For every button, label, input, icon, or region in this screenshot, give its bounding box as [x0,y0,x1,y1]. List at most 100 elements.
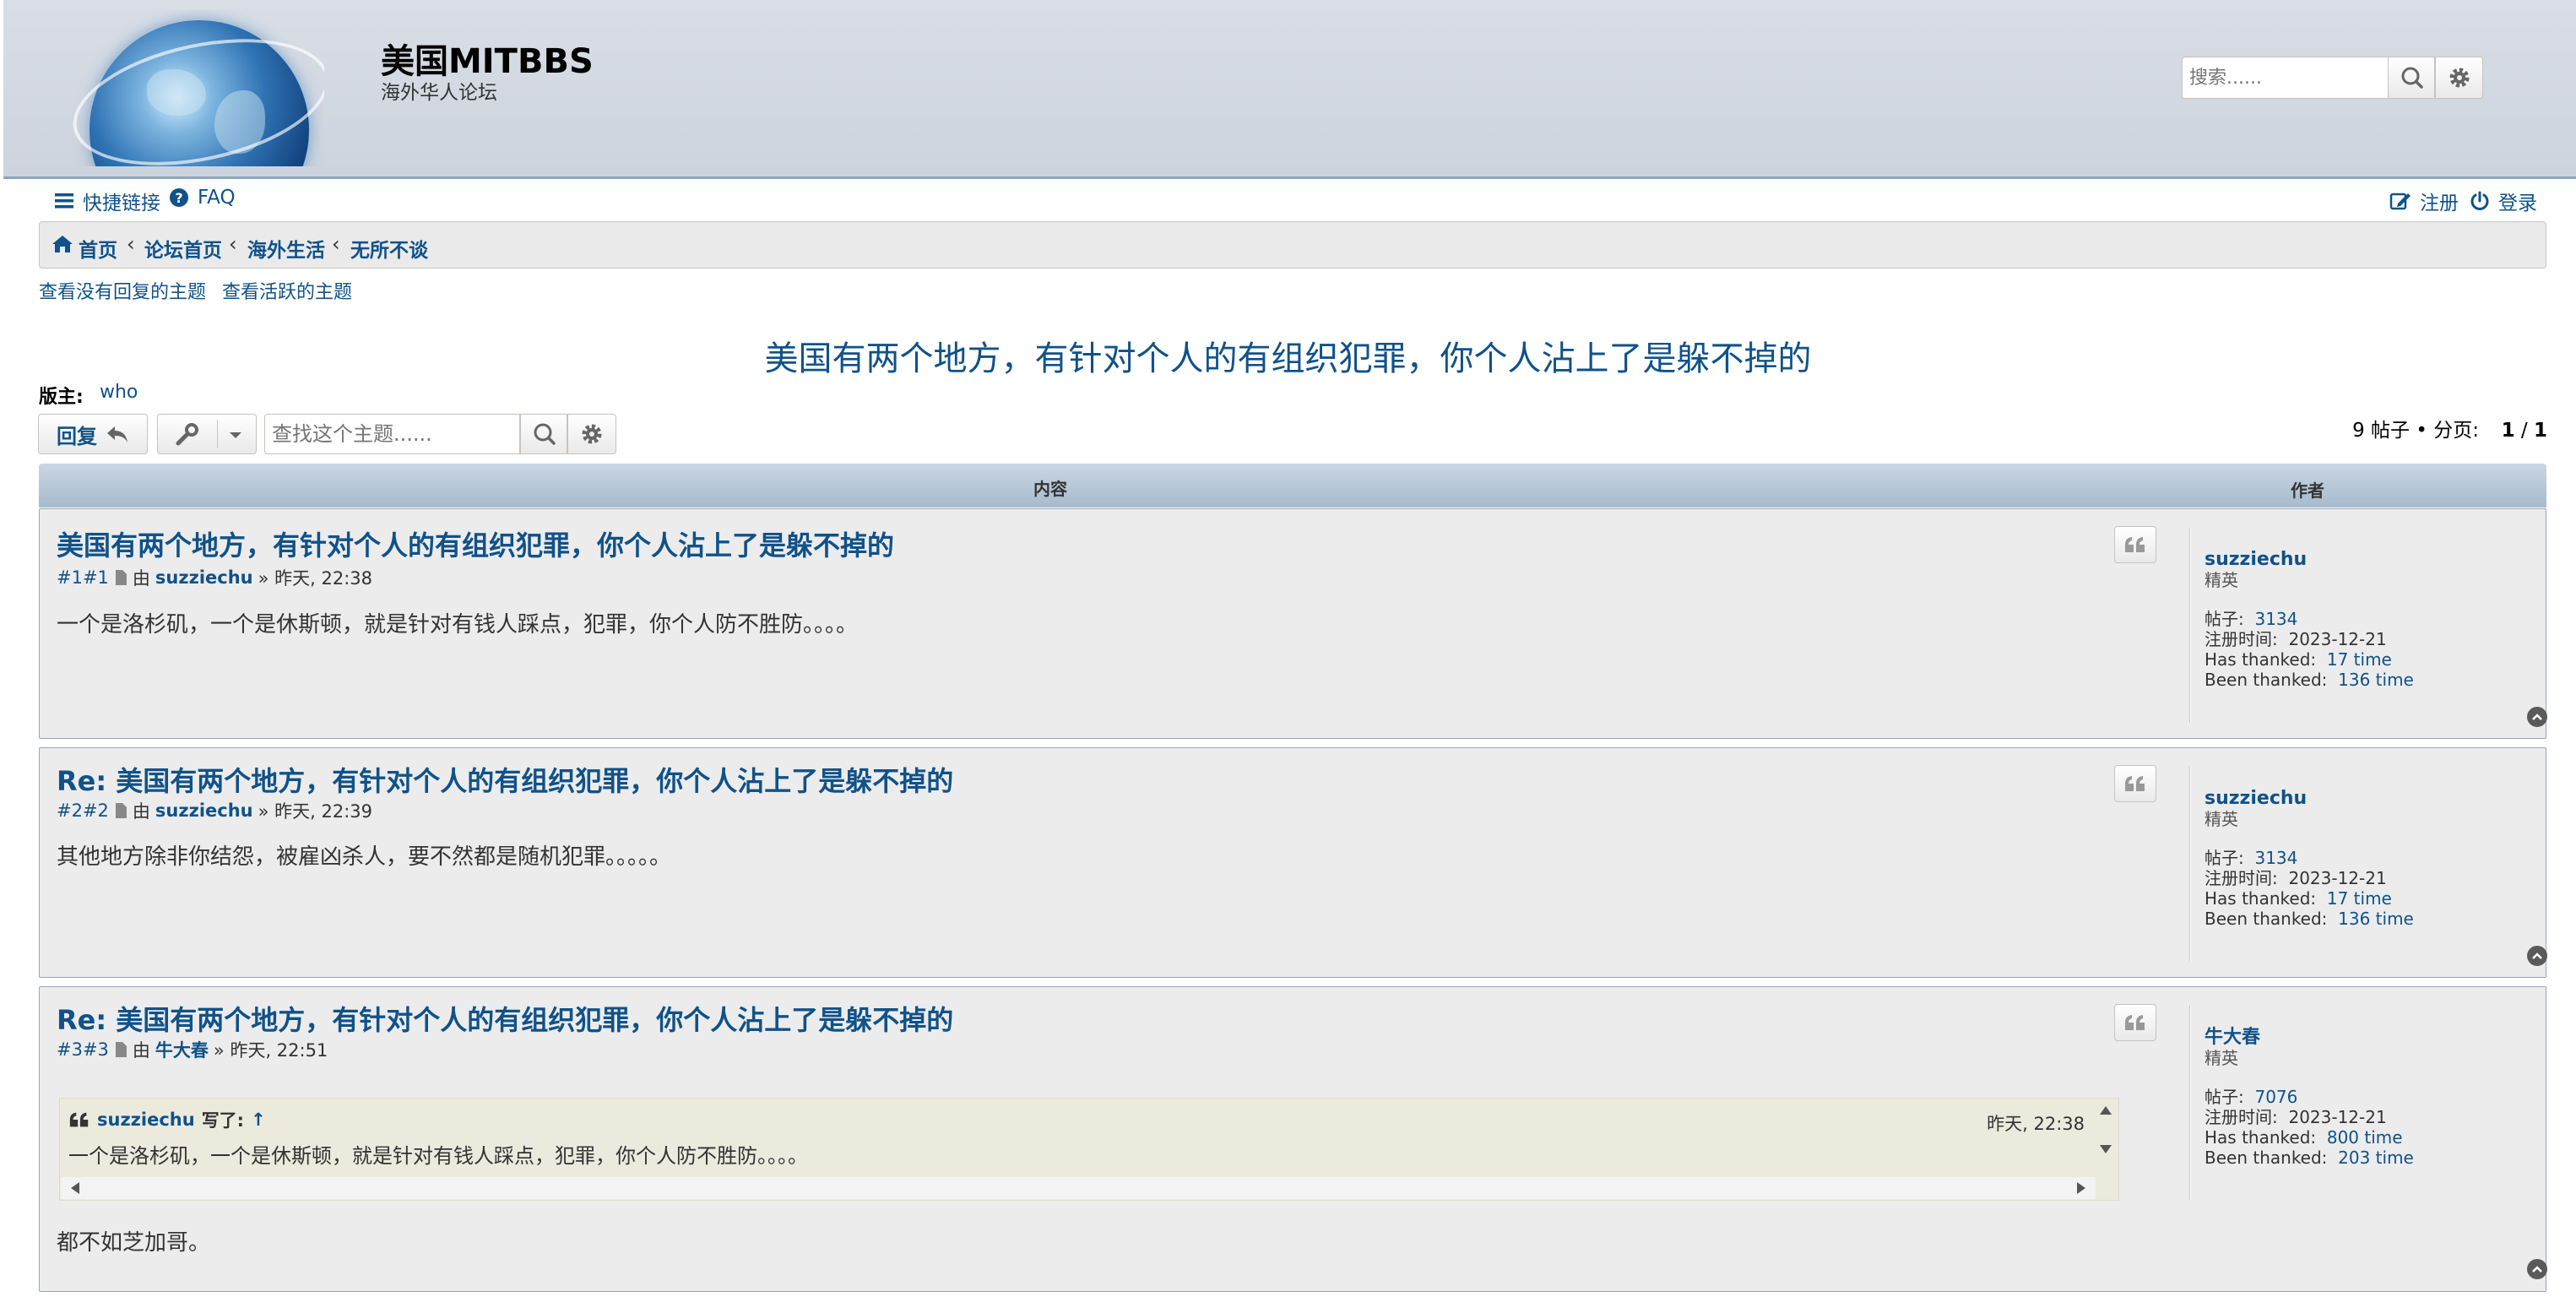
quoted-post: suzziechu 写了: ↑ 昨天, 22:38 一个是洛杉矶，一个是休斯顿，… [59,1098,2119,1201]
login-link[interactable]: 登录 [2470,187,2537,215]
quote-button[interactable] [2114,526,2156,563]
profile-username[interactable]: suzziechu [2205,789,2414,809]
by-label: 由 [132,1040,150,1061]
reply-arrow-icon [107,426,127,442]
post-content: 都不如芝加哥。 [57,1230,211,1256]
breadcrumb: 首页 ‹ 论坛首页 ‹ 海外生活 ‹ 无所不谈 [39,221,2546,269]
quote-vertical-scrollbar[interactable] [2094,1099,2118,1177]
quote-wrote-label: 写了: [201,1110,245,1131]
home-icon [52,236,73,252]
topic-tools-dropdown[interactable] [157,414,257,454]
quote-button[interactable] [2114,1004,2156,1041]
quote-horizontal-scrollbar[interactable] [61,1177,2096,1199]
page-label: 分页: [2433,420,2479,442]
scroll-right-arrow-icon[interactable] [2075,1181,2087,1195]
post-title[interactable]: Re: 美国有两个地方，有针对个人的有组织犯罪，你个人沾上了是躲不掉的 [57,999,953,1038]
moderator-label: 版主: [39,387,84,408]
profile-separator [2189,528,2191,722]
profile-has-thanked[interactable]: 17 time [2327,649,2392,670]
page-current: 1 [2501,420,2515,442]
profile-username[interactable]: suzziechu [2205,550,2414,570]
profile-been-thanked[interactable]: 136 time [2338,670,2414,690]
post-number-link[interactable]: #2#2 [57,800,109,821]
author-column-header: 作者 [2291,480,2324,501]
breadcrumb-home[interactable]: 首页 [79,234,117,263]
reply-button[interactable]: 回复 [38,414,148,454]
power-icon [2470,191,2489,210]
topic-advanced-search-button[interactable] [567,414,616,454]
quote-icon [2125,776,2145,791]
active-topics-link[interactable]: 查看活跃的主题 [222,277,352,304]
breadcrumb-separator: ‹ [229,232,237,256]
unanswered-topics-link[interactable]: 查看没有回复的主题 [39,277,206,304]
pagination-info: 9 帖子 • 分页: 1 / 1 [2352,414,2547,442]
profile-been-thanked[interactable]: 203 time [2338,1148,2414,1168]
profile-posts-count[interactable]: 3134 [2254,848,2297,868]
faq-link[interactable]: ? FAQ [169,187,236,209]
profile-been-thanked[interactable]: 136 time [2338,909,2414,929]
moderator-link[interactable]: who [100,382,138,403]
back-to-top-button[interactable] [2527,946,2547,966]
posts-table-header: 内容 作者 [39,464,2546,507]
post-number-link[interactable]: #1#1 [57,567,109,588]
scroll-left-arrow-icon[interactable] [69,1181,81,1195]
quote-header: suzziechu 写了: ↑ [68,1107,266,1132]
posts-label: 帖子: [2205,1087,2244,1107]
post-time: » 昨天, 22:39 [258,801,373,822]
post-author-link[interactable]: suzziechu [155,800,253,821]
post-2: Re: 美国有两个地方，有针对个人的有组织犯罪，你个人沾上了是躲不掉的 #2#2… [39,747,2547,978]
topic-search-button[interactable] [520,414,567,454]
been-thanked-label: Been thanked: [2205,909,2328,929]
posts-label: 帖子: [2205,848,2244,868]
topic-title[interactable]: 美国有两个地方，有针对个人的有组织犯罪，你个人沾上了是躲不掉的 [0,331,2576,380]
post-title[interactable]: 美国有两个地方，有针对个人的有组织犯罪，你个人沾上了是躲不掉的 [57,524,894,563]
back-to-top-button[interactable] [2527,1259,2547,1279]
breadcrumb-overseas-life[interactable]: 海外生活 [247,234,325,263]
topic-search-input[interactable] [264,414,520,454]
scroll-down-arrow-icon[interactable] [2099,1143,2112,1155]
post-content: 其他地方除非你结怨，被雇凶杀人，要不然都是随机犯罪。。。。。 [57,844,672,870]
profile-has-thanked[interactable]: 17 time [2327,888,2392,909]
file-icon [115,803,127,818]
profile-posts-count[interactable]: 3134 [2254,609,2297,629]
quote-content: 一个是洛杉矶，一个是休斯顿，就是针对有钱人踩点，犯罪，你个人防不胜防。。。。 [68,1144,808,1168]
quote-source-link[interactable]: ↑ [251,1110,266,1130]
faq-label: FAQ [198,187,236,209]
author-profile: 牛大春 精英 帖子: 7076 注册时间: 2023-12-21 Has tha… [2205,1028,2414,1169]
joined-label: 注册时间: [2205,1107,2278,1127]
scroll-up-arrow-icon[interactable] [2099,1104,2112,1116]
post-title[interactable]: Re: 美国有两个地方，有针对个人的有组织犯罪，你个人沾上了是躲不掉的 [57,760,953,799]
post-author-link[interactable]: suzziechu [155,567,253,588]
reply-label: 回复 [57,424,97,448]
breadcrumb-forum-index[interactable]: 论坛首页 [144,234,222,263]
search-input[interactable] [2182,57,2389,99]
profile-username[interactable]: 牛大春 [2205,1028,2414,1048]
profile-joined-date: 2023-12-21 [2288,868,2387,888]
page-total[interactable]: 1 [2534,420,2547,442]
joined-label: 注册时间: [2205,868,2278,888]
breadcrumb-anything-goes[interactable]: 无所不谈 [350,234,428,263]
back-to-top-button[interactable] [2527,707,2547,727]
chevron-up-icon [2532,714,2542,720]
search-icon [2401,67,2423,89]
bullet: • [2416,420,2434,442]
quote-author-link[interactable]: suzziechu [97,1110,195,1130]
svg-text:?: ? [175,190,182,206]
advanced-search-button[interactable] [2435,57,2483,99]
gear-icon [582,424,602,444]
quick-links-label: 快捷链接 [83,193,160,214]
quick-links-menu[interactable]: 快捷链接 [54,187,160,215]
profile-posts-count[interactable]: 7076 [2254,1087,2297,1107]
quote-button[interactable] [2114,765,2156,802]
site-logo[interactable] [71,10,324,166]
register-link[interactable]: 注册 [2389,187,2459,215]
profile-has-thanked[interactable]: 800 time [2327,1127,2403,1148]
post-time: » 昨天, 22:51 [213,1040,328,1061]
has-thanked-label: Has thanked: [2205,888,2317,909]
post-author-link[interactable]: 牛大春 [155,1037,209,1062]
by-label: 由 [132,801,150,822]
search-button[interactable] [2388,57,2435,99]
file-icon [115,570,127,585]
register-label: 注册 [2420,193,2459,214]
post-number-link[interactable]: #3#3 [57,1039,109,1060]
